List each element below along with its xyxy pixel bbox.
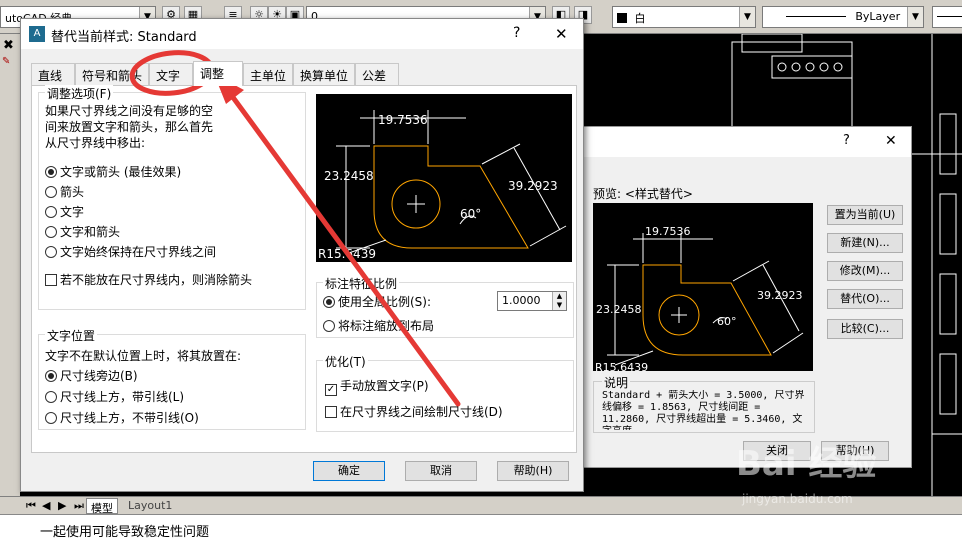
command-text: 一起使用可能导致稳定性问题 bbox=[40, 525, 210, 538]
command-line[interactable]: 一起使用可能导致稳定性问题 bbox=[0, 514, 962, 538]
baidu-watermark: Bai 经验 bbox=[736, 444, 877, 484]
prev-tab-icon[interactable]: ◀ bbox=[38, 498, 54, 514]
next-tab-icon[interactable]: ▶ bbox=[54, 498, 70, 514]
watermark-url: jingyan.baidu.com bbox=[742, 492, 853, 506]
tab-fit[interactable]: 调整 bbox=[193, 61, 243, 86]
tab-layout1[interactable]: Layout1 bbox=[124, 498, 176, 514]
tab-model[interactable]: 模型 bbox=[86, 498, 118, 515]
annotation-arrow-shaft bbox=[229, 93, 461, 407]
